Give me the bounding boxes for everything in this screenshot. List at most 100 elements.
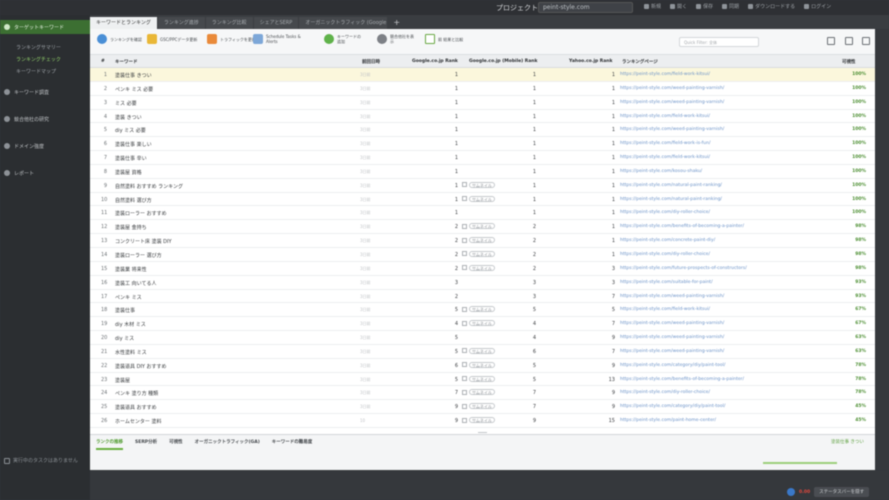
thumbnail-badge[interactable]: サムネイル — [462, 389, 495, 396]
add-keyword-button[interactable]: キーワードの追加 — [324, 34, 363, 44]
thumbnail-badge[interactable]: サムネイル — [462, 264, 495, 271]
show-competitors-button[interactable]: 競合他社を表示 — [377, 34, 416, 44]
row-ranking-url[interactable]: https://peint-style.com/weed-painting-va… — [620, 321, 724, 326]
table-row[interactable]: 7 塗装仕事 辛い 3日前 1 1 1 https://peint-style.com/fi… — [90, 151, 875, 165]
row-ranking-url[interactable]: https://peint-style.com/weed-painting-va… — [620, 349, 724, 354]
filter-icon[interactable] — [827, 37, 835, 45]
thumbnail-badge[interactable]: サムネイル — [462, 223, 495, 230]
row-ranking-url[interactable]: https://peint-style.com/category/diy/pai… — [620, 404, 725, 409]
thumbnail-badge[interactable]: サムネイル — [462, 195, 495, 202]
table-row[interactable]: 4 塗装 きつい 3日前 1 1 1 https://peint-style.com/fie… — [90, 110, 875, 124]
row-ranking-url[interactable]: https://peint-style.com/weed-painting-va… — [620, 86, 724, 91]
thumbnail-badge[interactable]: サムネイル — [462, 403, 495, 410]
row-ranking-url[interactable]: https://peint-style.com/category/diy/pai… — [620, 363, 725, 368]
new-button[interactable]: 新規 — [644, 3, 661, 10]
table-row[interactable]: 16 塗装工 向いてる人 3日前 3 3 3 https://peint-style.com… — [90, 276, 875, 290]
table-row[interactable]: 11 塗装ローラー おすすめ 3日前 1 1 1 https://peint-style.c… — [90, 206, 875, 221]
sidebar-category-reports[interactable]: レポート — [0, 166, 90, 180]
tab-keywords-ranking[interactable]: キーワードとランキング — [90, 17, 157, 29]
table-row[interactable]: 20 diy ミス 3日前 5 4 9 https://peint-style.com/we… — [90, 331, 875, 345]
table-row[interactable]: 26 ホームセンター 塗料 10 9 9 15 https://peint-style.co… — [90, 414, 875, 428]
row-ranking-url[interactable]: https://peint-style.com/kosou-shaku/ — [620, 169, 702, 174]
thumbnail-badge[interactable]: サムネイル — [462, 250, 495, 257]
thumbnail-badge[interactable]: サムネイル — [462, 417, 495, 424]
update-gsc-button[interactable]: GSC/PPCデータ更新 — [147, 34, 197, 44]
check-ranking-button[interactable]: ランキングを確認 — [97, 34, 142, 44]
quick-filter-input[interactable]: Quick Filter: 全体 — [679, 37, 759, 47]
row-ranking-url[interactable]: https://peint-style.com/natural-paint-ra… — [620, 197, 722, 202]
compare-results-button[interactable]: 前 結果と比較 — [425, 34, 463, 44]
table-row[interactable]: 13 コンクリート床 塗装 DIY 3日前 2 2 1 https://peint-styl… — [90, 234, 875, 248]
thumbnail-badge[interactable]: サムネイル — [462, 237, 495, 244]
login-button[interactable]: ログイン — [804, 3, 831, 10]
thumbnail-badge[interactable]: サムネイル — [462, 306, 495, 313]
row-ranking-url[interactable]: https://peint-style.com/benefits-of-beco… — [620, 224, 744, 229]
thumbnail-badge[interactable]: サムネイル — [462, 361, 495, 368]
tab-serp-analysis[interactable]: SERP分析 — [135, 439, 157, 450]
column-header-url[interactable]: ランキングページ — [622, 59, 658, 65]
table-row[interactable]: 24 ペンキ 塗り方 種類 3日前 7 7 9 https://peint-style.co… — [90, 386, 875, 401]
export-icon[interactable] — [862, 37, 870, 45]
table-row[interactable]: 21 水性塗料 ミス 3日前 5 6 7 https://peint-style.com/w… — [90, 345, 875, 359]
tab-organic-traffic[interactable]: オーガニックトラフィック (Google A... — [299, 17, 388, 29]
sidebar-item-ranking-summary[interactable]: ランキングサマリー — [0, 42, 90, 54]
sidebar-category-keyword-research[interactable]: キーワード調査 — [0, 85, 90, 99]
sidebar-category-target-keywords[interactable]: ターゲットキーワード — [0, 20, 90, 34]
table-row[interactable]: 19 diy 木材 ミス 3日前 4 4 7 https://peint-style.com… — [90, 317, 875, 332]
table-row[interactable]: 12 塗装屋 金持ち 3日前 2 2 1 https://peint-style.com/b… — [90, 220, 875, 235]
row-ranking-url[interactable]: https://peint-style.com/benefits-of-beco… — [620, 377, 744, 382]
save-button[interactable]: 保存 — [696, 3, 713, 10]
tab-share-serp[interactable]: シェアとSERP — [253, 17, 299, 29]
column-header-yahoo[interactable]: Yahoo.co.jp Rank — [569, 59, 612, 64]
table-row[interactable]: 5 diy ミス 必要 3日前 1 1 1 https://peint-style.com/… — [90, 123, 875, 138]
row-ranking-url[interactable]: https://peint-style.com/field-work-kitsu… — [620, 72, 710, 77]
table-row[interactable]: 15 塗装業 将来性 3日前 2 2 3 https://peint-style.com/f… — [90, 262, 875, 276]
table-row[interactable]: 2 ペンキ ミス 必要 3日前 1 1 1 https://peint-style.com/… — [90, 82, 875, 96]
row-ranking-url[interactable]: https://peint-style.com/field-work-kitsu… — [620, 114, 710, 119]
tab-organic-traffic-ga[interactable]: オーガニックトラフィック(GA) — [195, 439, 260, 450]
table-row[interactable]: 22 塗装道具 DIY おすすめ 3日前 6 5 9 https://peint-style… — [90, 359, 875, 373]
row-ranking-url[interactable]: https://peint-style.com/field-work-is-fu… — [620, 141, 710, 146]
hide-status-bar-button[interactable]: ステータスバーを隠す — [814, 487, 870, 497]
sidebar-item-ranking-check[interactable]: ランキングチェック — [0, 54, 90, 66]
tab-ranking-compare[interactable]: ランキング比較 — [205, 17, 253, 29]
sidebar-item-keyword-map[interactable]: キーワードマップ — [0, 66, 90, 78]
row-ranking-url[interactable]: https://peint-style.com/diy-roller-choic… — [620, 210, 710, 215]
row-ranking-url[interactable]: https://peint-style.com/future-prospects… — [620, 266, 747, 271]
tab-ranking-progress[interactable]: ランキング進捗 — [157, 17, 205, 29]
table-row[interactable]: 8 塗装屋 資格 3日前 1 1 1 https://peint-style.com/kos… — [90, 165, 875, 179]
table-row[interactable]: 17 ペンキ ミス 3日前 2 3 7 https://peint-style.com/we… — [90, 290, 875, 304]
table-row[interactable]: 23 塗装屋 3日前 5 5 13 https://peint-style.com/bene… — [90, 373, 875, 387]
row-ranking-url[interactable]: https://peint-style.com/weed-painting-va… — [620, 127, 724, 132]
schedule-tasks-button[interactable]: Schedule Tasks & Alerts — [253, 34, 310, 44]
column-header-num[interactable]: # — [101, 59, 105, 64]
table-row[interactable]: 9 自然塗料 おすすめ ランキング 3日前 1 1 1 https://peint-styl… — [90, 179, 875, 193]
add-tab-button[interactable]: + — [388, 17, 405, 29]
thumbnail-badge[interactable]: サムネイル — [462, 320, 495, 327]
table-row[interactable]: 10 自然塗料 選び方 3日前 1 1 1 https://peint-style.com/… — [90, 193, 875, 207]
table-row[interactable]: 6 塗装仕事 楽しい 3日前 1 1 1 https://peint-style.com/f… — [90, 137, 875, 152]
column-header-visibility[interactable]: 可視性 — [842, 59, 856, 65]
row-ranking-url[interactable]: https://peint-style.com/weed-painting-va… — [620, 294, 724, 299]
row-ranking-url[interactable]: https://peint-style.com/field-work-kitsu… — [620, 307, 710, 312]
row-ranking-url[interactable]: https://peint-style.com/concrete-paint-d… — [620, 238, 715, 243]
row-ranking-url[interactable]: https://peint-style.com/field-work-kitsu… — [620, 155, 710, 160]
row-ranking-url[interactable]: https://peint-style.com/weed-painting-va… — [620, 100, 724, 105]
download-button[interactable]: ダウンロードする — [748, 3, 795, 10]
table-row[interactable]: 1 塗装仕事 きつい 3日前 1 1 1 https://peint-style.com/f… — [90, 68, 875, 82]
row-ranking-url[interactable]: https://peint-style.com/diy-roller-choic… — [620, 252, 710, 257]
row-ranking-url[interactable]: https://peint-style.com/paint-home-cente… — [620, 418, 716, 423]
update-traffic-button[interactable]: トラフィックを更新 — [207, 34, 256, 44]
table-row[interactable]: 3 ミス 必要 3日前 1 1 1 https://peint-style.com/weed… — [90, 96, 875, 110]
table-row[interactable]: 14 塗装ローラー 選び方 3日前 2 2 1 https://peint-style.co… — [90, 248, 875, 262]
tab-rank-history[interactable]: ランクの推移 — [96, 439, 123, 450]
row-ranking-url[interactable]: https://peint-style.com/diy-roller-choic… — [620, 390, 710, 395]
tab-visibility[interactable]: 可視性 — [169, 439, 183, 450]
table-row[interactable]: 18 塗装仕事 3日前 5 5 5 https://peint-style.com/fiel… — [90, 303, 875, 318]
column-header-google[interactable]: Google.co.jp Rank — [412, 59, 458, 64]
table-row[interactable]: 25 塗装道具 おすすめ 3日前 9 7 9 https://peint-style.com… — [90, 400, 875, 415]
thumbnail-badge[interactable]: サムネイル — [462, 347, 495, 354]
tab-keyword-difficulty[interactable]: キーワードの難易度 — [272, 439, 313, 450]
column-header-mobile[interactable]: Google.co.jp (Mobile) Rank — [469, 59, 538, 64]
sync-button[interactable]: 同期 — [722, 3, 739, 10]
